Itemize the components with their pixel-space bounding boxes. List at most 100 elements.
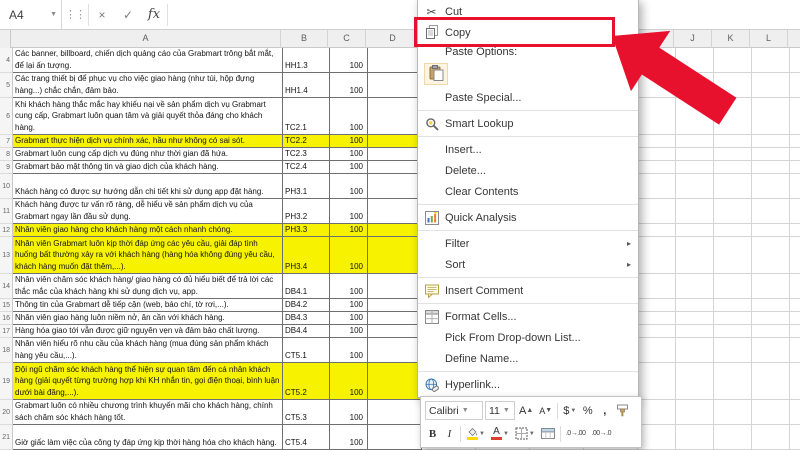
- cell-C7[interactable]: 100: [330, 135, 368, 148]
- cell-x20[interactable]: [790, 400, 800, 425]
- cell-B11[interactable]: PH3.2: [283, 199, 330, 224]
- cell-C6[interactable]: 100: [330, 98, 368, 135]
- cell-L15[interactable]: [752, 299, 790, 312]
- cell-I10[interactable]: [638, 174, 676, 199]
- row-header-10[interactable]: 10: [0, 174, 13, 199]
- cell-L9[interactable]: [752, 161, 790, 174]
- cell-A14[interactable]: Nhân viên chăm sóc khách hàng/ giao hàng…: [13, 274, 283, 299]
- column-header-partial[interactable]: [788, 30, 800, 48]
- cell-K12[interactable]: [714, 224, 752, 237]
- cell-I20[interactable]: [638, 400, 676, 425]
- cell-x15[interactable]: [790, 299, 800, 312]
- cell-I13[interactable]: [638, 237, 676, 274]
- menu-item-pick-from-drop-down-list[interactable]: Pick From Drop-down List...: [418, 327, 638, 348]
- decrease-decimal-button[interactable]: .00→.0: [589, 424, 613, 443]
- cell-B16[interactable]: DB4.3: [283, 312, 330, 325]
- cell-x14[interactable]: [790, 274, 800, 299]
- cell-C12[interactable]: 100: [330, 224, 368, 237]
- cell-x4[interactable]: [790, 48, 800, 73]
- cell-D11[interactable]: [368, 199, 422, 224]
- cell-I9[interactable]: [638, 161, 676, 174]
- cell-I6[interactable]: [638, 98, 676, 135]
- cell-J20[interactable]: [676, 400, 714, 425]
- cell-D18[interactable]: [368, 338, 422, 363]
- cell-C4[interactable]: 100: [330, 48, 368, 73]
- cell-C8[interactable]: 100: [330, 148, 368, 161]
- cell-A8[interactable]: Grabmart luôn cung cấp dịch vụ đúng như …: [13, 148, 283, 161]
- cell-L16[interactable]: [752, 312, 790, 325]
- fill-color-button[interactable]: ▼: [464, 424, 487, 443]
- cell-L19[interactable]: [752, 363, 790, 400]
- column-header-A[interactable]: A: [11, 30, 281, 48]
- formula-bar-grip-icon[interactable]: ⋮⋮: [62, 0, 88, 30]
- row-header-18[interactable]: 18: [0, 338, 13, 363]
- cell-J5[interactable]: [676, 73, 714, 98]
- cell-x6[interactable]: [790, 98, 800, 135]
- cell-C20[interactable]: 100: [330, 400, 368, 425]
- enter-button[interactable]: ✓: [115, 0, 141, 30]
- cell-A5[interactable]: Các trang thiết bị để phục vụ cho việc g…: [13, 73, 283, 98]
- cell-B21[interactable]: CT5.4: [283, 425, 330, 450]
- cell-B20[interactable]: CT5.3: [283, 400, 330, 425]
- cell-x7[interactable]: [790, 135, 800, 148]
- font-color-button[interactable]: A ▼: [489, 424, 511, 443]
- cell-B4[interactable]: HH1.3: [283, 48, 330, 73]
- cell-I21[interactable]: [638, 425, 676, 450]
- merge-center-button[interactable]: [539, 424, 557, 443]
- cell-C18[interactable]: 100: [330, 338, 368, 363]
- cell-A21[interactable]: Giờ giấc làm việc của công ty đáp ứng kị…: [13, 425, 283, 450]
- cell-A16[interactable]: Nhân viên giao hàng luôn niềm nở, ân cần…: [13, 312, 283, 325]
- accounting-format-button[interactable]: $▼: [561, 401, 578, 420]
- cell-I4[interactable]: [638, 48, 676, 73]
- percent-style-button[interactable]: %: [580, 401, 595, 420]
- menu-item-hyperlink[interactable]: Hyperlink...: [418, 374, 638, 395]
- cell-x11[interactable]: [790, 199, 800, 224]
- row-header-15[interactable]: 15: [0, 299, 13, 312]
- cell-B9[interactable]: TC2.4: [283, 161, 330, 174]
- column-header-L[interactable]: L: [750, 30, 788, 48]
- cell-C5[interactable]: 100: [330, 73, 368, 98]
- cell-x9[interactable]: [790, 161, 800, 174]
- cell-B15[interactable]: DB4.2: [283, 299, 330, 312]
- cell-C15[interactable]: 100: [330, 299, 368, 312]
- cell-L11[interactable]: [752, 199, 790, 224]
- cell-D6[interactable]: [368, 98, 422, 135]
- menu-item-cut[interactable]: ✂Cut: [418, 1, 638, 22]
- cell-J17[interactable]: [676, 325, 714, 338]
- column-header-C[interactable]: C: [328, 30, 366, 48]
- cell-A20[interactable]: Grabmart luôn có nhiều chương trình khuy…: [13, 400, 283, 425]
- cell-x5[interactable]: [790, 73, 800, 98]
- menu-item-paste-special[interactable]: Paste Special...: [418, 87, 638, 108]
- cell-A19[interactable]: Đội ngũ chăm sóc khách hàng thể hiện sự …: [13, 363, 283, 400]
- cell-x21[interactable]: [790, 425, 800, 450]
- cell-C19[interactable]: 100: [330, 363, 368, 400]
- column-header-I[interactable]: I: [636, 30, 674, 48]
- cell-J6[interactable]: [676, 98, 714, 135]
- cell-L5[interactable]: [752, 73, 790, 98]
- cell-C11[interactable]: 100: [330, 199, 368, 224]
- cell-K13[interactable]: [714, 237, 752, 274]
- cell-C14[interactable]: 100: [330, 274, 368, 299]
- cell-B19[interactable]: CT5.2: [283, 363, 330, 400]
- select-all-corner[interactable]: [0, 30, 11, 48]
- cell-L21[interactable]: [752, 425, 790, 450]
- menu-item-quick-analysis[interactable]: Quick Analysis: [418, 207, 638, 228]
- cell-J15[interactable]: [676, 299, 714, 312]
- cell-A13[interactable]: Nhân viên Grabmart luôn kịp thời đáp ứng…: [13, 237, 283, 274]
- cell-B13[interactable]: PH3.4: [283, 237, 330, 274]
- cell-I8[interactable]: [638, 148, 676, 161]
- cell-D5[interactable]: [368, 73, 422, 98]
- menu-item-clear-contents[interactable]: Clear Contents: [418, 181, 638, 202]
- cell-D13[interactable]: [368, 237, 422, 274]
- cell-K15[interactable]: [714, 299, 752, 312]
- cell-J7[interactable]: [676, 135, 714, 148]
- increase-font-size-button[interactable]: A▲: [517, 401, 535, 420]
- cell-I19[interactable]: [638, 363, 676, 400]
- cell-J10[interactable]: [676, 174, 714, 199]
- cell-L13[interactable]: [752, 237, 790, 274]
- row-header-20[interactable]: 20: [0, 400, 13, 425]
- cell-x18[interactable]: [790, 338, 800, 363]
- name-box-caret-icon[interactable]: ▼: [50, 11, 57, 18]
- cell-A6[interactable]: Khi khách hàng thắc mắc hay khiếu nại về…: [13, 98, 283, 135]
- cell-x10[interactable]: [790, 174, 800, 199]
